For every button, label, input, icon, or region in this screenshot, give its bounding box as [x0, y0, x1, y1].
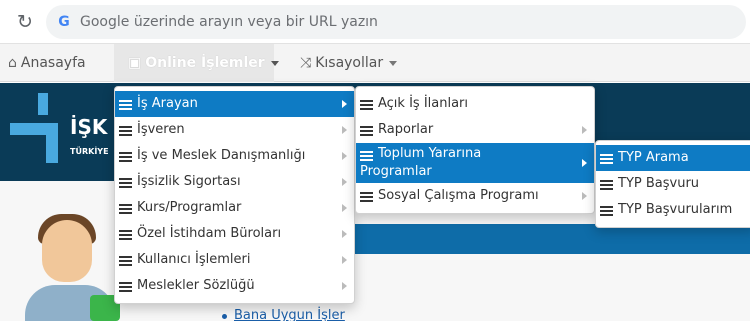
- menu-item-label: Kullanıcı İşlemleri: [137, 252, 251, 267]
- shuffle-icon: ⤨: [300, 55, 312, 71]
- menu-item-typ-arama[interactable]: TYP Arama: [596, 145, 750, 171]
- chevron-right-icon: [342, 204, 347, 212]
- list-icon: [600, 206, 613, 216]
- menu-item-sosyal-calisma-programi[interactable]: Sosyal Çalışma Programı: [356, 183, 594, 209]
- menu-item-typ-basvuru[interactable]: TYP Başvuru: [596, 171, 750, 197]
- menu-item-label-line2: Programlar: [360, 164, 432, 179]
- menu-item-label: TYP Arama: [618, 150, 689, 165]
- menu-item-label: İş Arayan: [137, 96, 198, 111]
- menu-item-raporlar[interactable]: Raporlar: [356, 117, 594, 143]
- chevron-right-icon: [582, 159, 587, 167]
- bullet-icon: [222, 314, 227, 319]
- list-icon: [119, 178, 132, 188]
- menu-item-isveren[interactable]: İşveren: [115, 117, 354, 143]
- chevron-right-icon: [342, 100, 347, 108]
- list-icon: [360, 126, 373, 136]
- chevron-right-icon: [342, 230, 347, 238]
- nav-kisayollar[interactable]: ⤨ Kısayollar: [300, 44, 398, 82]
- list-icon: [600, 180, 613, 190]
- nav-home-label: Anasayfa: [20, 55, 86, 71]
- list-icon: [119, 256, 132, 266]
- chevron-right-icon: [342, 152, 347, 160]
- menu-item-toplum-yararina-programlar[interactable]: Toplum Yararına Programlar: [356, 143, 594, 183]
- chevron-right-icon: [582, 126, 587, 134]
- menu-item-acik-is-ilanlari[interactable]: Açık İş İlanları: [356, 91, 594, 117]
- nav-shortcuts-label: Kısayollar: [315, 55, 384, 71]
- nav-online-label: Online İşlemler: [145, 55, 265, 71]
- list-icon: [119, 230, 132, 240]
- google-icon: G: [58, 14, 70, 30]
- menu-item-label: TYP Başvuru: [618, 176, 700, 191]
- reload-icon[interactable]: ↻: [14, 11, 36, 33]
- menu-item-issizlik-sigortasi[interactable]: İşsizlik Sigortası: [115, 169, 354, 195]
- home-icon: ⌂: [8, 55, 17, 71]
- list-icon: [119, 126, 132, 136]
- address-input[interactable]: [80, 10, 720, 34]
- list-icon: [360, 151, 373, 161]
- typ-submenu: TYP Arama TYP Başvuru TYP Başvurularım: [595, 140, 750, 228]
- chevron-down-icon: [389, 60, 398, 66]
- list-icon: [119, 282, 132, 292]
- chevron-down-icon: [270, 60, 279, 66]
- menu-item-label: Sosyal Çalışma Programı: [378, 188, 539, 203]
- menu-item-typ-basvurularim[interactable]: TYP Başvurularım: [596, 197, 750, 223]
- menu-item-label: İşveren: [137, 122, 185, 137]
- browser-toolbar: ↻ G: [0, 0, 750, 44]
- avatar: [20, 200, 120, 321]
- chevron-right-icon: [582, 192, 587, 200]
- content-header-strip: [355, 224, 750, 254]
- logo-icon: [10, 93, 70, 163]
- is-arayan-submenu: Açık İş İlanları Raporlar Toplum Yararın…: [355, 86, 595, 214]
- menu-item-is-arayan[interactable]: İş Arayan: [115, 91, 354, 117]
- list-icon: [119, 100, 132, 110]
- online-islemler-menu: İş Arayan İşveren İş ve Meslek Danışmanl…: [114, 86, 355, 304]
- menu-item-label: TYP Başvurularım: [618, 202, 733, 217]
- chevron-right-icon: [342, 282, 347, 290]
- site-navbar: ⌂ Anasayfa ▣ Online İşlemler ⤨ Kısayollar: [0, 44, 750, 82]
- omnibox[interactable]: G: [46, 5, 746, 39]
- menu-item-kullanici-islemleri[interactable]: Kullanıcı İşlemleri: [115, 247, 354, 273]
- menu-item-label: İşsizlik Sigortası: [137, 174, 241, 189]
- menu-item-label: Açık İş İlanları: [378, 96, 469, 111]
- menu-item-label: Özel İstihdam Büroları: [137, 226, 282, 241]
- chevron-right-icon: [342, 178, 347, 186]
- menu-item-ozel-istihdam-burolari[interactable]: Özel İstihdam Büroları: [115, 221, 354, 247]
- chevron-right-icon: [342, 126, 347, 134]
- list-icon: [360, 100, 373, 110]
- logo-subtitle: TÜRKİYE: [70, 147, 109, 156]
- menu-item-label: Kurs/Programlar: [137, 200, 242, 215]
- menu-item-label: Raporlar: [378, 122, 434, 137]
- menu-item-meslekler-sozlugu[interactable]: Meslekler Sözlüğü: [115, 273, 354, 299]
- list-icon: [360, 192, 373, 202]
- menu-item-is-ve-meslek-danismanligi[interactable]: İş ve Meslek Danışmanlığı: [115, 143, 354, 169]
- menu-item-label-line1: Toplum Yararına: [378, 146, 482, 161]
- menu-item-kurs-programlar[interactable]: Kurs/Programlar: [115, 195, 354, 221]
- menu-item-label: İş ve Meslek Danışmanlığı: [137, 148, 306, 163]
- list-icon: [600, 154, 613, 164]
- browser-window: ↻ G ⌂Anasayfa ▣Online İşlemler ⤨Kısayoll…: [0, 0, 750, 321]
- window-icon: ▣: [128, 55, 142, 71]
- chevron-right-icon: [342, 256, 347, 264]
- nav-online-islemler[interactable]: ▣ Online İşlemler: [114, 44, 279, 82]
- nav-home[interactable]: ⌂ Anasayfa: [8, 44, 86, 82]
- list-icon: [119, 152, 132, 162]
- menu-item-label: Meslekler Sözlüğü: [137, 278, 255, 293]
- logo-text: İŞK: [70, 115, 108, 139]
- list-icon: [119, 204, 132, 214]
- link-bana-uygun-isler[interactable]: Bana Uygun İşler: [234, 308, 345, 321]
